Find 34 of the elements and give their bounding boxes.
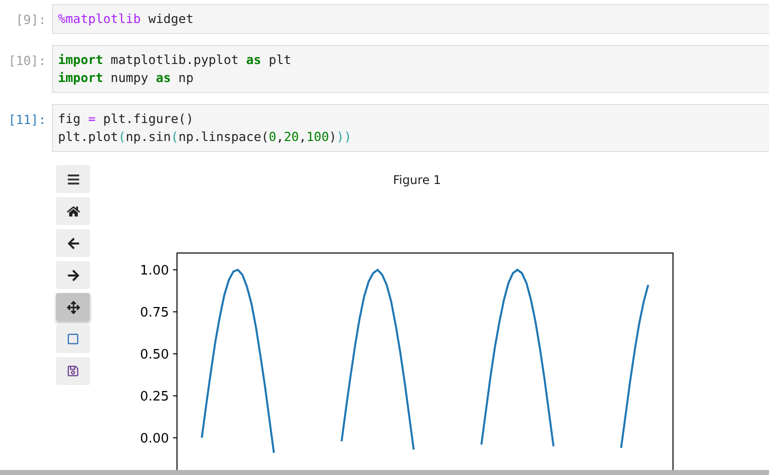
toolbar-button[interactable] [56,357,90,385]
code-cell[interactable]: fig = plt.figure() plt.plot(np.sin(np.linspace(0,20,100))) [52,104,769,152]
save-icon [67,365,79,377]
code-cell[interactable]: import matplotlib.pyplot as plt import numpy as np [52,45,769,93]
tick-mark [172,437,178,438]
y-tick-label: 0.25 [140,389,169,404]
move-arrows-icon [66,300,80,314]
execution-count: [9]: [14,11,47,29]
toolbar-button[interactable] [56,197,90,225]
tick-mark [172,395,178,396]
toolbar-button[interactable] [56,293,90,321]
execution-count: [10]: [7,52,47,70]
left-arrow-icon [66,236,80,250]
toolbar-button[interactable] [56,229,90,257]
code-line: import numpy as np [58,69,194,87]
y-tick-label: 0.50 [140,347,169,362]
code-line: fig = plt.figure() [58,110,194,128]
y-tick-label: 0.00 [140,431,169,446]
tick-mark [172,353,178,354]
toolbar-button[interactable] [56,261,90,289]
code-line: plt.plot(np.sin(np.linspace(0,20,100))) [58,128,353,146]
code-cell[interactable]: %matplotlib widget [52,4,769,34]
execution-count: [11]: [7,111,47,129]
y-tick-label: 0.75 [140,305,169,320]
code-line: import matplotlib.pyplot as plt [58,51,292,69]
toolbar-button[interactable] [56,165,90,193]
home-icon [66,204,80,218]
y-tick-label: 1.00 [140,263,169,278]
code-line: %matplotlib widget [58,10,194,28]
figure-title: Figure 1 [392,173,442,187]
right-arrow-icon [66,268,80,282]
tick-mark [172,311,178,312]
menu-icon [66,172,80,186]
tick-mark [172,269,178,270]
